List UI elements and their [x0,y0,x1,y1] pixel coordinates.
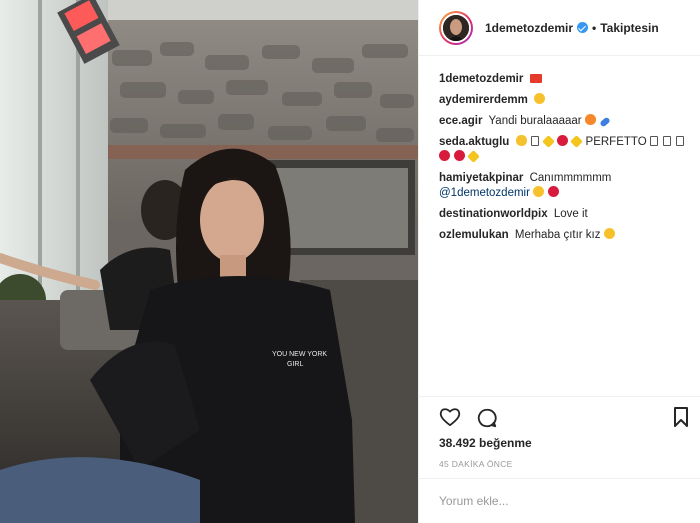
missing-glyph-icon [649,136,658,146]
add-comment-input[interactable] [439,492,689,510]
comment-item: destinationworldpix Love it [439,207,689,222]
comment-username[interactable]: 1demetozdemir [439,73,523,85]
post-author-username[interactable]: 1demetozdemir [485,21,573,35]
fire-emoji-icon [584,114,596,125]
heart-emoji-icon [548,186,560,197]
ok-hand-emoji-icon [515,135,527,146]
comment-username[interactable]: destinationworldpix [439,208,548,220]
shirt-print-line1: YOU NEW YORK [272,351,327,358]
likes-count[interactable]: 38.492 beğenme [439,436,532,450]
comment-mention-link[interactable]: @1demetozdemir [439,187,530,199]
avatar[interactable] [439,10,473,45]
comment-input-divider [419,478,700,479]
kiss-lips-emoji-icon [454,150,466,161]
comment-bubble-icon[interactable] [476,407,498,429]
post-photo-illustration: YOU NEW YORK GIRL [0,0,418,523]
post-actions-bar [439,406,689,430]
shirt-print-line2: GIRL [287,361,303,368]
comment-username[interactable]: ece.agir [439,115,482,127]
comment-list: 1demetozdemir aydemirerdemm ece.agir Yan… [439,72,689,249]
missing-glyph-icon [663,136,672,146]
comment-username[interactable]: aydemirerdemm [439,94,528,106]
separator-dot: • [592,20,597,35]
comment-username[interactable]: ozlemulukan [439,229,509,241]
heart-eyes-emoji-icon [603,228,615,239]
comment-text: Yandi buralaaaaar [488,115,582,127]
comment-item: hamiyetakpinar Canımmmmmm @1demetozdemir [439,171,689,201]
kissing-face-emoji-icon [533,186,545,197]
post-timestamp[interactable]: 45 DAKİKA ÖNCE [439,459,513,469]
heart-eyes-emoji-icon [534,93,546,104]
comment-item: seda.aktuglu PERFETTO [439,135,689,165]
kiss-lips-emoji-icon [439,150,450,161]
pill-emoji-icon [599,116,611,128]
kiss-lips-emoji-icon [557,135,569,146]
comment-username[interactable]: hamiyetakpinar [439,172,523,184]
sparkle-emoji-icon [542,135,555,148]
actions-divider [419,396,700,397]
comment-item: 1demetozdemir [439,72,689,87]
heart-icon[interactable] [439,407,461,427]
comment-text: Love it [553,208,588,220]
missing-glyph-icon [676,136,685,146]
comment-item: ozlemulukan Merhaba çıtır kız [439,228,689,243]
follow-status-button[interactable]: Takiptesin [600,21,658,35]
post-header: 1demetozdemir • Takiptesin [419,0,700,56]
comment-username[interactable]: seda.aktuglu [439,136,509,148]
post-side-panel: 1demetozdemir • Takiptesin 1demetozdemir… [418,0,700,523]
comment-item: aydemirerdemm [439,93,689,108]
bookmark-icon[interactable] [673,407,689,427]
sparkle-emoji-icon [467,150,481,163]
comment-text: Merhaba çıtır kız [514,229,601,241]
comment-text: PERFETTO [585,136,647,148]
verified-badge-icon [577,22,589,33]
comment-item: ece.agir Yandi buralaaaaar [439,114,689,129]
comment-text: Canımmmmmm [529,172,612,184]
post-photo[interactable]: YOU NEW YORK GIRL [0,0,418,523]
sparkle-emoji-icon [570,135,584,148]
avatar-image [443,14,469,41]
missing-glyph-icon [530,136,539,146]
flag-emoji-icon [529,74,542,83]
